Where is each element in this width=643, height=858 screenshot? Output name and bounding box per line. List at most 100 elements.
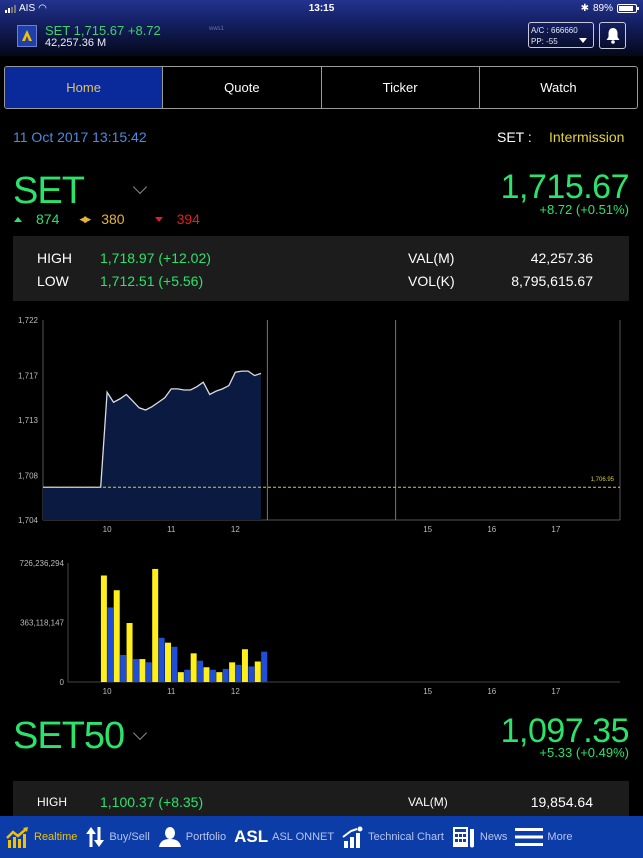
set50-high-label: HIGH xyxy=(37,795,67,809)
vol-y-tick-label: 726,236,294 xyxy=(20,559,65,568)
high-value: 1,718.97 (+12.02) xyxy=(100,250,211,266)
account-number: A/C : 666660 xyxy=(531,26,578,35)
nav-more[interactable]: More xyxy=(515,827,572,847)
volume-bar-blue xyxy=(235,664,242,682)
volume-bar-yellow xyxy=(152,568,159,682)
tab-quote[interactable]: Quote xyxy=(163,67,322,108)
y-tick-label: 1,722 xyxy=(18,316,39,325)
status-bar: AIS ◠ 13:15 ✱ 89% xyxy=(0,0,643,18)
portfolio-person-icon xyxy=(158,826,182,848)
y-tick-label: 1,713 xyxy=(18,416,39,425)
volume-bar-blue xyxy=(145,662,152,682)
set-index-dropdown-icon[interactable] xyxy=(132,179,148,195)
status-time: 13:15 xyxy=(308,3,335,14)
volume-bar-blue xyxy=(197,660,204,682)
x-tick-label: 11 xyxy=(167,525,176,534)
battery-percent: 89% xyxy=(592,3,613,14)
val-label: VAL(M) xyxy=(408,250,455,266)
unchanged-icon: ◀▶ xyxy=(79,213,91,224)
volume-bar-blue xyxy=(248,666,255,682)
tab-home[interactable]: Home xyxy=(5,67,164,108)
x-tick-label: 12 xyxy=(231,525,240,534)
volume-bar-blue xyxy=(132,659,139,682)
price-area xyxy=(43,371,261,520)
vol-x-tick-label: 11 xyxy=(167,687,176,696)
bluetooth-icon: ✱ xyxy=(580,3,589,14)
notification-button[interactable] xyxy=(599,22,626,49)
nav-asl-onnet-label: ASL ONNET xyxy=(272,831,335,843)
volume-bar-yellow xyxy=(100,575,107,682)
declines-count: 394 xyxy=(176,211,200,227)
volume-bar-blue xyxy=(107,607,114,682)
x-tick-label: 16 xyxy=(487,525,496,534)
header-index-value: 42,257.36 M xyxy=(45,37,107,49)
set50-index-name[interactable]: SET50 xyxy=(13,715,125,758)
declines-icon xyxy=(154,216,163,222)
set50-index-change: +5.33 (+0.49%) xyxy=(539,745,629,760)
vol-value: 8,795,615.67 xyxy=(511,273,593,289)
prev-close-label: 1,706.95 xyxy=(591,477,615,483)
price-chart-svg: 1,706.95 1,722 1,717 1,713 1,708 1,704 10 11 12 1… xyxy=(18,316,621,534)
volume-bar-yellow xyxy=(139,659,146,682)
bell-icon xyxy=(606,28,619,44)
unchanged-count: 380 xyxy=(101,211,125,227)
volume-chart-svg: 726,236,294 363,118,147 0 10 11 12 15 16 17 xyxy=(20,559,620,696)
technical-chart-icon xyxy=(342,826,364,848)
set50-index-dropdown-icon[interactable] xyxy=(132,725,148,741)
account-selector[interactable]: A/C : 666660 PP: -55 xyxy=(528,22,594,48)
volume-bar-blue xyxy=(261,651,268,682)
nav-buy-sell[interactable]: Buy/Sell xyxy=(85,826,150,848)
asl-logo-icon: ASL xyxy=(234,827,269,846)
set50-high-value: 1,100.37 (+8.35) xyxy=(100,794,204,810)
volume-bar-blue xyxy=(120,654,127,682)
set50-val-value: 19,854.64 xyxy=(530,794,593,810)
app-header: AIS ◠ 13:15 ✱ 89% SET 1,715.67 +8.72 42,… xyxy=(0,0,643,56)
volume-bar-blue xyxy=(184,669,191,682)
volume-bar-yellow xyxy=(241,649,248,682)
nav-asl-onnet[interactable]: ASL ASL ONNET xyxy=(234,827,334,847)
advances-icon xyxy=(14,216,22,222)
tab-watch[interactable]: Watch xyxy=(480,67,637,108)
vol-x-tick-label: 17 xyxy=(551,687,560,696)
nav-news[interactable]: News xyxy=(452,825,507,849)
volume-chart[interactable]: 726,236,294 363,118,147 0 10 11 12 15 16 17 xyxy=(0,555,643,705)
set-stats-panel: HIGH 1,718.97 (+12.02) LOW 1,712.51 (+5.… xyxy=(13,236,629,301)
volume-bar-blue xyxy=(222,668,229,682)
brand-logo-icon[interactable] xyxy=(17,25,37,47)
main-tabs: Home Quote Ticker Watch xyxy=(4,66,638,109)
nav-realtime-label: Realtime xyxy=(34,831,78,843)
vol-x-tick-label: 10 xyxy=(103,687,112,696)
nav-technical-chart-label: Technical Chart xyxy=(368,831,444,843)
volume-bar-blue xyxy=(171,646,178,682)
advances-count: 874 xyxy=(36,211,60,227)
y-tick-label: 1,717 xyxy=(18,372,39,381)
nav-portfolio[interactable]: Portfolio xyxy=(158,826,226,848)
vol-x-tick-label: 15 xyxy=(423,687,432,696)
market-label: SET : xyxy=(497,129,532,145)
volume-bar-blue xyxy=(158,637,165,682)
x-tick-label: 17 xyxy=(551,525,560,534)
vol-label: VOL(K) xyxy=(408,273,455,289)
volume-bar-yellow xyxy=(216,672,223,682)
val-value: 42,257.36 xyxy=(530,250,593,266)
nav-technical-chart[interactable]: Technical Chart xyxy=(342,826,444,848)
volume-bar-yellow xyxy=(177,672,184,682)
buy-sell-arrows-icon xyxy=(85,826,105,848)
volume-bar-yellow xyxy=(126,623,133,682)
volume-bar-yellow xyxy=(113,590,120,682)
set50-stats-panel: HIGH 1,100.37 (+8.35) VAL(M) 19,854.64 xyxy=(13,781,629,816)
set-index-name[interactable]: SET xyxy=(13,170,85,213)
volume-bar-blue xyxy=(209,669,216,682)
price-chart[interactable]: 1,706.95 1,722 1,717 1,713 1,708 1,704 10 11 12 1… xyxy=(0,310,643,550)
battery-icon xyxy=(617,4,639,13)
nav-more-label: More xyxy=(547,831,573,843)
set50-val-label: VAL(M) xyxy=(408,795,448,809)
server-label: wws1 xyxy=(209,26,225,32)
volume-bar-yellow xyxy=(229,662,236,682)
news-icon xyxy=(452,825,476,849)
volume-bar-yellow xyxy=(165,642,172,682)
nav-realtime[interactable]: Realtime xyxy=(6,826,77,848)
low-label: LOW xyxy=(37,273,69,289)
tab-ticker[interactable]: Ticker xyxy=(322,67,480,108)
volume-bar-yellow xyxy=(254,661,261,682)
